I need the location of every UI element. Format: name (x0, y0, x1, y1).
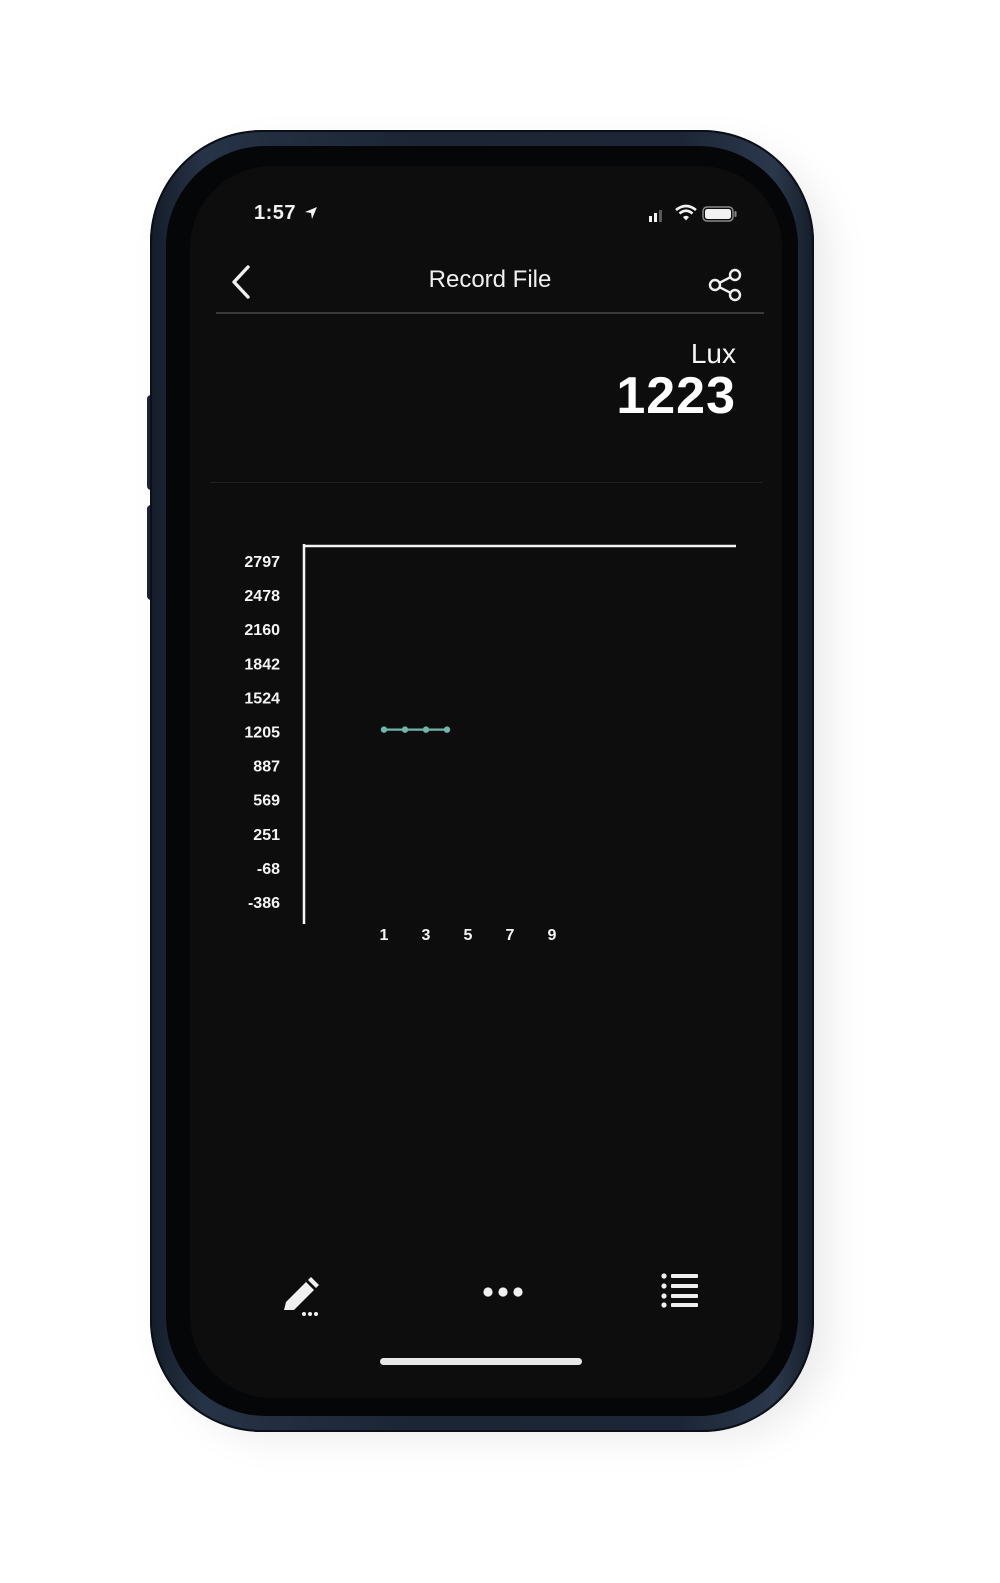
series-line (380, 726, 451, 733)
x-tick-label: 5 (464, 927, 473, 944)
y-tick-label: 1842 (244, 656, 280, 673)
wifi-icon (675, 204, 697, 221)
data-point (443, 726, 451, 733)
back-button[interactable] (226, 262, 262, 302)
y-tick-label: -68 (257, 861, 280, 878)
x-tick-label: 9 (548, 927, 557, 944)
x-tick-label: 7 (506, 927, 515, 944)
home-indicator[interactable] (380, 1358, 582, 1365)
status-time: 1:57 (254, 202, 297, 224)
y-tick-label: 2160 (244, 622, 280, 639)
nav-divider (216, 312, 764, 314)
y-tick-label: 1205 (244, 725, 280, 742)
y-tick-label: -386 (248, 895, 280, 912)
y-axis-ticks: 2797 2478 2160 1842 1524 1205 887 569 251 -68 -386 (244, 554, 280, 912)
y-tick-label: 2797 (244, 554, 280, 571)
battery-icon (702, 206, 737, 222)
app-screen: 1:57 Record File Lux 1223 2797 2478 2160… (190, 166, 782, 1398)
data-point (380, 726, 388, 733)
y-tick-label: 251 (253, 827, 280, 844)
y-tick-label: 1524 (244, 690, 280, 707)
x-tick-label: 3 (422, 927, 431, 944)
y-tick-label: 569 (253, 793, 280, 810)
location-arrow-icon (305, 207, 317, 219)
share-icon[interactable] (706, 268, 744, 302)
reading-divider (210, 482, 762, 483)
lux-line-chart: 2797 2478 2160 1842 1524 1205 887 569 251 -68 -386… (244, 544, 736, 944)
photo-background: 1:57 Record File Lux 1223 2797 2478 2160… (0, 0, 1000, 1583)
y-tick-label: 2478 (244, 588, 280, 605)
cellular-signal-icon (649, 210, 662, 222)
data-point (401, 726, 409, 733)
page-title: Record File (428, 266, 552, 293)
more-dots-icon[interactable] (482, 1284, 524, 1300)
reading-value: 1223 (616, 367, 736, 425)
x-tick-label: 1 (380, 927, 389, 944)
list-icon[interactable] (660, 1272, 700, 1308)
data-point (422, 726, 430, 733)
edit-pencil-icon[interactable] (280, 1276, 322, 1318)
y-tick-label: 887 (253, 759, 280, 776)
x-axis-ticks: 1 3 5 7 9 (380, 927, 557, 944)
